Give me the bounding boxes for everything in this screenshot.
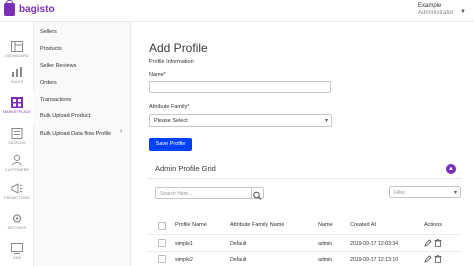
divider (147, 178, 462, 179)
shopping-bag-icon (4, 0, 15, 16)
column-header[interactable]: Profile Name (175, 222, 207, 228)
nav-cms[interactable]: CMS (0, 238, 34, 266)
top-bar: bagisto Example Administrator ▼ (0, 0, 474, 22)
search-button[interactable] (251, 187, 264, 200)
subnav-item-transactions[interactable]: Transactions (40, 97, 71, 103)
nav-settings[interactable]: SETTINGS (0, 208, 34, 240)
subnav-item-products[interactable]: Products (40, 46, 62, 52)
edit-icon[interactable] (424, 255, 432, 263)
column-header[interactable]: Attribute Family Name (230, 222, 284, 228)
grid-title: Admin Profile Grid (155, 164, 216, 173)
cms-icon (11, 243, 23, 254)
row-checkbox[interactable] (158, 255, 166, 263)
column-header[interactable]: Created At (350, 222, 376, 228)
sales-icon (12, 67, 22, 77)
table-cell: 2019-09-17 12:03:34 (350, 241, 399, 247)
name-input[interactable] (149, 81, 331, 93)
table-cell: admin (318, 241, 333, 247)
table-cell: Default (230, 257, 247, 263)
table-cell: 2019-09-17 12:13:10 (350, 257, 399, 263)
table-cell: admin (318, 257, 333, 263)
subnav-item-bulk-upload-dataflow[interactable]: Bulk Upload Data flow Profile (40, 131, 111, 137)
select-all-checkbox[interactable] (158, 222, 166, 230)
search-input[interactable]: Search Here... (155, 187, 252, 199)
attribute-family-select[interactable]: Please Select ▾ (149, 114, 332, 127)
brand-logo[interactable]: bagisto (4, 0, 55, 16)
main-sidebar: DASHBOARD SALES MARKETPLACE CATALOG CUST… (0, 22, 34, 266)
catalog-icon (11, 128, 23, 139)
filter-select[interactable]: Filter ▾ (389, 186, 461, 198)
column-header: Actions (424, 222, 443, 228)
search-icon (253, 191, 262, 200)
divider (147, 234, 462, 235)
page-title: Add Profile (149, 41, 208, 55)
table-cell: simple1 (175, 241, 193, 247)
marketplace-subnav: Sellers Products Seller Reviews Orders T… (34, 22, 131, 266)
subnav-item-seller-reviews[interactable]: Seller Reviews (40, 63, 76, 69)
chevron-down-icon: ▾ (324, 118, 328, 124)
name-label: Name* (149, 72, 166, 78)
chevron-down-icon: ▾ (453, 190, 457, 196)
nav-promotions[interactable]: PROMOTIONS (0, 178, 34, 210)
settings-icon (12, 214, 22, 223)
subnav-item-bulk-upload-product[interactable]: Bulk Upload Product (40, 113, 90, 119)
promotions-icon (11, 183, 23, 194)
table-cell: Default (230, 241, 247, 247)
collapse-toggle[interactable]: ▲ (446, 164, 456, 174)
delete-icon[interactable] (434, 255, 442, 263)
chevron-down-icon[interactable]: ▼ (460, 9, 466, 15)
section-label: Profile Information (149, 59, 194, 65)
delete-icon[interactable] (434, 239, 442, 247)
user-role: Administrator (418, 10, 454, 16)
divider (147, 251, 462, 252)
nav-marketplace[interactable]: MARKETPLACE (0, 92, 34, 124)
chevron-right-icon: › (120, 128, 123, 135)
dashboard-icon (11, 41, 23, 52)
user-menu[interactable]: Example Administrator (418, 3, 453, 17)
chevron-up-icon: ▲ (448, 166, 454, 172)
main-content: Add Profile Profile Information Name* At… (131, 22, 474, 266)
attribute-family-label: Attribute Family* (149, 104, 190, 110)
save-profile-button[interactable]: Save Profile (149, 138, 192, 151)
brand-name: bagisto (19, 4, 55, 15)
table-cell: simple2 (175, 257, 193, 263)
user-name: Example (418, 3, 442, 9)
subnav-item-sellers[interactable]: Sellers (40, 29, 57, 35)
subnav-item-orders[interactable]: Orders (40, 80, 57, 86)
nav-sales[interactable]: SALES (0, 62, 34, 94)
marketplace-icon (11, 97, 23, 108)
customers-icon (12, 155, 22, 166)
edit-icon[interactable] (424, 239, 432, 247)
row-checkbox[interactable] (158, 239, 166, 247)
column-header[interactable]: Name (318, 222, 333, 228)
